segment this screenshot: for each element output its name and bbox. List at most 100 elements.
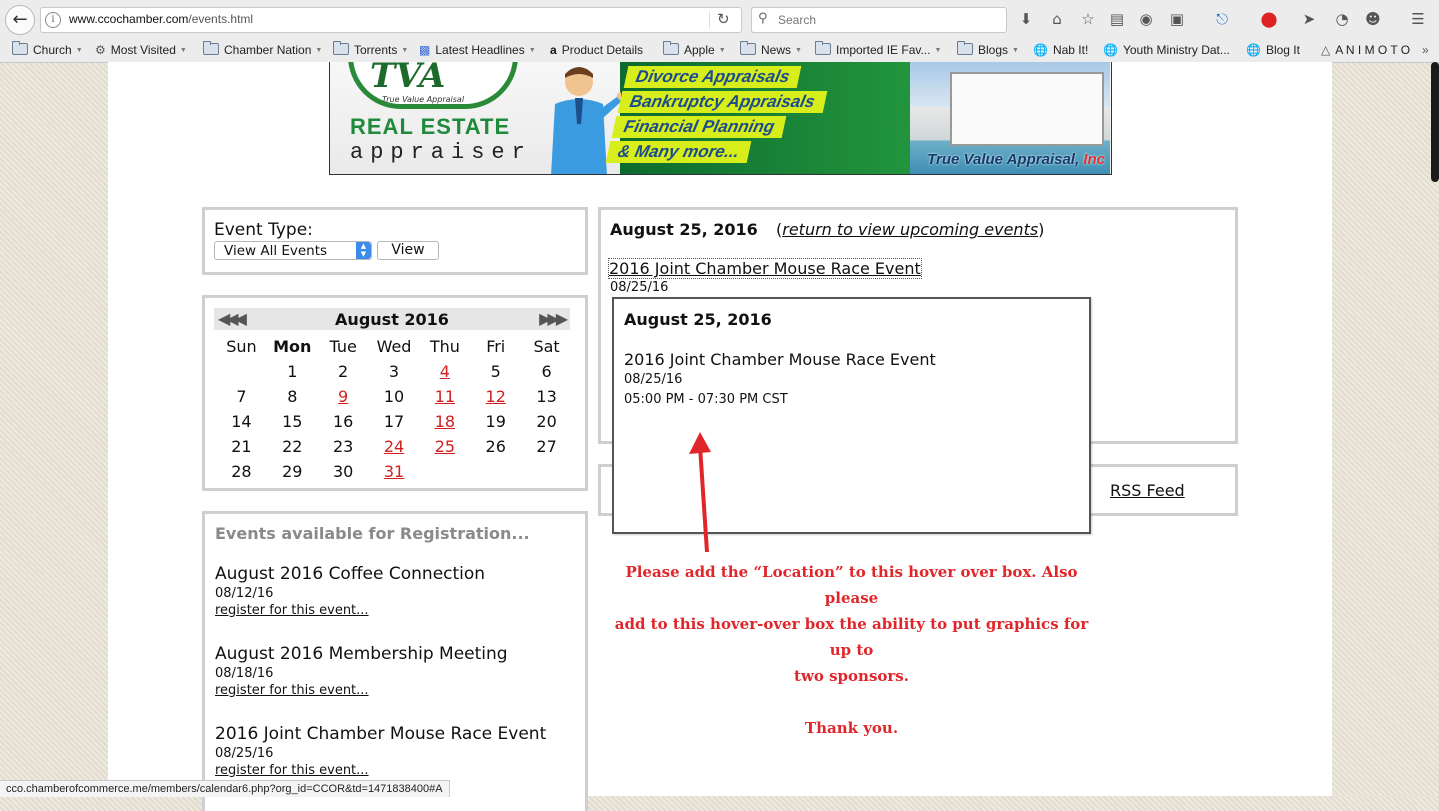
next-month-icon[interactable]: ▶▶▶ (539, 308, 568, 330)
menu-icon[interactable]: ☰ (1407, 9, 1429, 29)
calendar-day: 17 (383, 412, 405, 431)
scrollbar[interactable] (1431, 62, 1439, 182)
calendar-event-day[interactable]: 18 (419, 409, 470, 434)
search-icon: ⚲ (758, 11, 768, 26)
register-link[interactable]: register for this event... (215, 683, 508, 698)
event-title-link[interactable]: 2016 Joint Chamber Mouse Race Event (608, 258, 922, 279)
folder-icon (815, 41, 831, 55)
registration-item: 2016 Joint Chamber Mouse Race Event 08/2… (215, 724, 546, 778)
logo-text: TVA (370, 62, 446, 96)
select-arrows-icon: ▲ ▼ (356, 242, 371, 259)
calendar-weekday: Sat (533, 337, 560, 356)
annotation-line: Please add the “Location” to this hover … (625, 563, 1078, 607)
rss-feed-link[interactable]: RSS Feed (1110, 481, 1185, 500)
calendar-weekday-row: Sun Mon Tue Wed Thu Fri Sat (216, 334, 572, 359)
bookmark-animoto[interactable]: △ A N I M O T O (1321, 41, 1410, 59)
banner-ad[interactable]: TVA True Value Appraisal REAL ESTATE app… (329, 62, 1112, 175)
calendar-weekday: Thu (429, 337, 460, 356)
animoto-icon: △ (1321, 43, 1331, 57)
popup-event-date: 08/25/16 (624, 372, 683, 387)
status-bar-url: cco.chamberofcommerce.me/members/calenda… (0, 780, 450, 797)
annotation-arrow-icon (689, 432, 711, 553)
bookmark-news[interactable]: News ▼ (740, 41, 802, 59)
brand-name: True Value Appraisal (927, 151, 1075, 168)
calendar-event-day[interactable]: 4 (419, 359, 470, 384)
bookmark-star-icon[interactable]: ☆ (1077, 9, 1099, 29)
calendar-empty (216, 359, 267, 384)
calendar-day: 22 (282, 437, 303, 456)
calendar-event-day[interactable]: 9 (318, 384, 369, 409)
register-link[interactable]: register for this event... (215, 763, 546, 778)
search-input[interactable]: ⚲ Search (751, 7, 1007, 33)
emoji-icon[interactable]: ☻ (1362, 9, 1384, 29)
service-item: Bankruptcy Appraisals (617, 91, 827, 113)
popup-date: August 25, 2016 (624, 310, 772, 329)
annotation-line: add to this hover-over box the ability t… (614, 615, 1089, 659)
back-icon[interactable]: ← (5, 5, 35, 35)
calendar-weekday: Sun (226, 337, 257, 356)
bookmark-church[interactable]: Church ▼ (12, 41, 83, 59)
bookmarks-bar: Church ▼ ⚙ Most Visited ▼ Chamber Nation ▼ T… (0, 38, 1439, 63)
bookmark-label: Chamber Nation (224, 43, 312, 57)
calendar-event-day[interactable]: 12 (470, 384, 521, 409)
chevron-down-icon: ▼ (528, 47, 536, 54)
calendar-day: 28 (231, 462, 252, 481)
calendar-day: 21 (231, 437, 252, 456)
calendar-weekday: Tue (329, 337, 357, 356)
calendar-event-day[interactable]: 31 (369, 459, 420, 484)
bookmark-latest-headlines[interactable]: ▩ Latest Headlines ▼ (419, 41, 536, 59)
bookmark-torrents[interactable]: Torrents ▼ (333, 41, 408, 59)
folder-icon (203, 41, 219, 55)
bookmark-apple[interactable]: Apple ▼ (663, 41, 726, 59)
sync-icon[interactable]: ◔ (1331, 9, 1353, 29)
calendar-event-day[interactable]: 24 (369, 434, 420, 459)
calendar-day: 27 (536, 437, 557, 456)
registration-item: August 2016 Membership Meeting 08/18/16 … (215, 644, 508, 698)
calendar-empty (470, 459, 521, 484)
bookmark-product-details[interactable]: a Product Details (550, 41, 643, 59)
translate-icon[interactable]: ▣ (1166, 9, 1188, 29)
view-button[interactable]: View (377, 241, 439, 260)
calendar-week: 14 15 16 17 18 19 20 (216, 409, 572, 434)
send-icon[interactable]: ➤ (1298, 9, 1320, 29)
service-item: & Many more... (605, 141, 752, 163)
info-icon[interactable]: i (45, 12, 61, 28)
bookmark-blog-it[interactable]: 🌐 Blog It (1246, 41, 1300, 59)
popup-event-title: 2016 Joint Chamber Mouse Race Event (624, 350, 936, 369)
event-type-label: Event Type: (214, 220, 313, 240)
event-detail-date: August 25, 2016 (610, 220, 758, 239)
return-to-upcoming-link[interactable]: return to view upcoming events (782, 220, 1038, 239)
url-host: www.ccochamber.com (69, 12, 189, 26)
reading-list-icon[interactable]: ▤ (1106, 9, 1128, 29)
calendar-event-day[interactable]: 25 (419, 434, 470, 459)
download-icon[interactable]: ⬇ (1015, 9, 1037, 29)
home-icon[interactable]: ⌂ (1046, 9, 1068, 29)
calendar-day: 16 (332, 412, 354, 431)
bookmark-nab-it[interactable]: 🌐 Nab It! (1033, 41, 1088, 59)
bookmark-most-visited[interactable]: ⚙ Most Visited ▼ (95, 41, 187, 59)
banner-subtitle: appraiser (350, 140, 532, 165)
calendar-event-day[interactable]: 11 (419, 384, 470, 409)
url-bar[interactable]: i www.ccochamber.com/events.html ↻ (40, 7, 742, 33)
event-type-select[interactable]: View All Events ▲ ▼ (214, 241, 372, 260)
adblock-icon[interactable]: ⬤ (1258, 9, 1280, 29)
pocket-icon[interactable]: ◉ (1135, 9, 1157, 29)
amazon-icon: a (550, 43, 557, 57)
most-visited-icon: ⚙ (95, 43, 106, 57)
globe-icon: 🌐 (1246, 43, 1261, 57)
reload-icon[interactable]: ↻ (717, 10, 730, 28)
bookmark-label: News (761, 43, 792, 57)
bookmarks-overflow-icon[interactable]: » (1422, 41, 1429, 59)
register-link[interactable]: register for this event... (215, 603, 485, 618)
calendar-empty (419, 459, 470, 484)
bookmark-youth-ministry[interactable]: 🌐 Youth Ministry Dat... (1103, 41, 1230, 59)
bookmark-blogs[interactable]: Blogs ▼ (957, 41, 1019, 59)
calendar-day: 5 (490, 362, 501, 381)
download-manager-icon[interactable]: ⎋ (1211, 9, 1233, 29)
bookmark-imported-ie[interactable]: Imported IE Fav... ▼ (815, 41, 941, 59)
rss-icon: ▩ (419, 43, 431, 57)
registration-event-date: 08/18/16 (215, 666, 274, 681)
bookmark-chamber-nation[interactable]: Chamber Nation ▼ (203, 41, 322, 59)
calendar-panel: ◀◀◀ August 2016 ▶▶▶ Sun Mon Tue Wed Thu Fri Sa… (202, 295, 588, 491)
brand-suffix: Inc (1083, 151, 1105, 168)
